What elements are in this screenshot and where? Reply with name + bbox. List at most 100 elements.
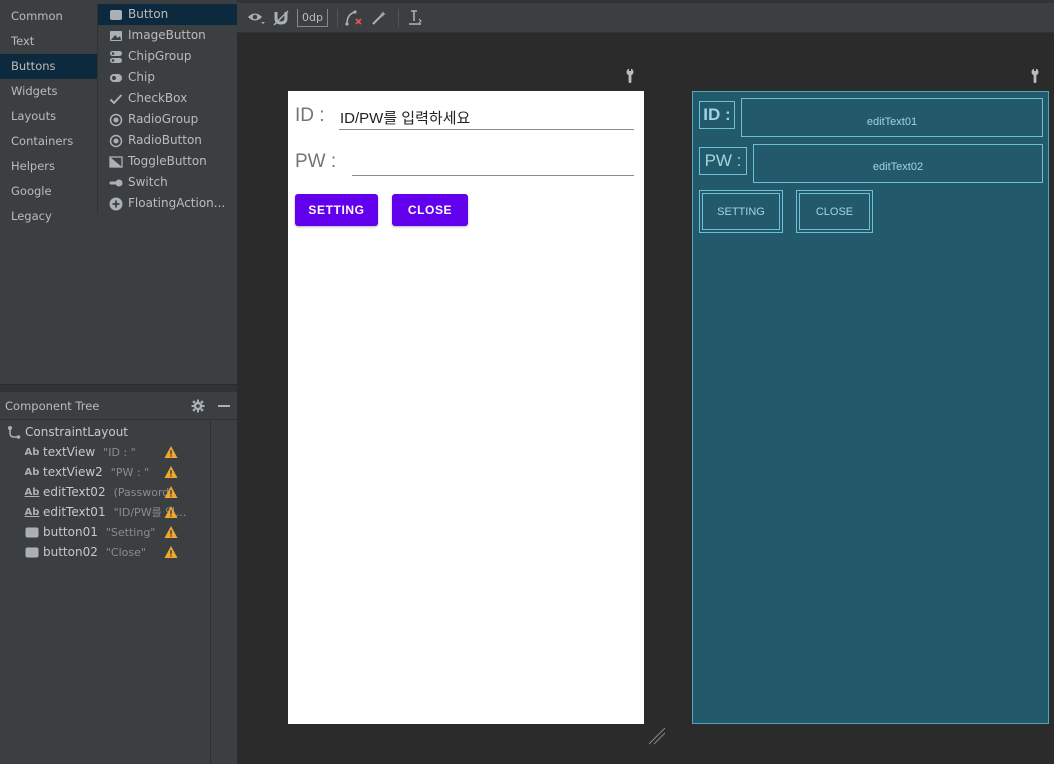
blueprint-edittext01[interactable]: editText01 <box>741 98 1043 137</box>
palette-item-label: CheckBox <box>128 91 188 105</box>
tree-item-desc: "ID/PW를 입력... <box>113 506 196 519</box>
warning-icon[interactable] <box>164 505 178 519</box>
tree-item-name: editText02 <box>43 485 106 499</box>
radio-button-icon <box>109 134 123 148</box>
text-view-icon: Ab <box>24 466 40 478</box>
palette-item-chipgroup[interactable]: ChipGroup <box>98 46 237 67</box>
design-surface[interactable]: ID : ID/PW를 입력하세요 PW : SETTING CLOSE <box>288 91 644 724</box>
palette-item-button[interactable]: Button <box>98 4 237 25</box>
resize-handle-icon[interactable] <box>647 726 667 746</box>
component-tree-title: Component Tree <box>5 398 100 413</box>
palette-item-label: ImageButton <box>128 28 206 42</box>
button-icon <box>24 545 40 559</box>
button-icon <box>24 525 40 539</box>
tree-item-name: ConstraintLayout <box>25 425 129 439</box>
magnet-icon[interactable] <box>270 7 292 29</box>
gear-icon[interactable] <box>185 396 211 416</box>
design-canvas: ID : ID/PW를 입력하세요 PW : SETTING CLOSE ID … <box>237 33 1054 764</box>
component-tree-header: Component Tree <box>0 392 237 420</box>
component-tree-panel: Component Tree ConstraintLayout Ab textV… <box>0 392 237 764</box>
tree-item-textview[interactable]: Ab textView "ID : " <box>0 442 210 462</box>
palette-item-radiobutton[interactable]: RadioButton <box>98 130 237 151</box>
palette-items: Button ImageButton ChipGroup Chip CheckB… <box>97 4 237 214</box>
tree-item-desc: "ID : " <box>103 445 136 459</box>
warning-icon[interactable] <box>164 465 178 479</box>
palette-category-containers[interactable]: Containers <box>0 129 97 154</box>
blueprint-id-label[interactable]: ID : <box>699 101 735 129</box>
blueprint-edittext02[interactable]: editText02 <box>753 144 1043 183</box>
palette-item-switch[interactable]: Switch <box>98 172 237 193</box>
tree-item-name: textView2 <box>43 465 103 479</box>
component-tree-body: ConstraintLayout Ab textView "ID : " Ab … <box>0 421 211 764</box>
baseline-icon[interactable] <box>404 7 426 29</box>
tree-item-constraintlayout[interactable]: ConstraintLayout <box>0 422 210 442</box>
palette-category-widgets[interactable]: Widgets <box>0 79 97 104</box>
edit-text-icon: Ab <box>24 486 40 498</box>
palette-panel: Common Text Buttons Widgets Layouts Cont… <box>0 0 237 384</box>
default-margin-field[interactable]: 0dp <box>297 8 328 27</box>
palette-category-common[interactable]: Common <box>0 4 97 29</box>
toggle-button-icon <box>109 155 123 169</box>
close-button[interactable]: CLOSE <box>392 194 468 226</box>
palette-item-label: ToggleButton <box>128 154 207 168</box>
tree-item-edittext02[interactable]: Ab editText02 (Password) <box>0 482 210 502</box>
palette-item-imagebutton[interactable]: ImageButton <box>98 25 237 46</box>
palette-item-radiogroup[interactable]: RadioGroup <box>98 109 237 130</box>
palette-category-text[interactable]: Text <box>0 29 97 54</box>
tree-item-button02[interactable]: button02 "Close" <box>0 542 210 562</box>
palette-item-label: Switch <box>128 175 168 189</box>
id-edit-text[interactable]: ID/PW를 입력하세요 <box>339 107 634 130</box>
eye-icon[interactable] <box>245 7 267 29</box>
palette-category-helpers[interactable]: Helpers <box>0 154 97 179</box>
constraint-layout-icon <box>6 425 22 439</box>
tree-item-textview2[interactable]: Ab textView2 "PW : " <box>0 462 210 482</box>
warning-icon[interactable] <box>164 545 178 559</box>
panel-splitter[interactable] <box>0 384 237 392</box>
chip-icon <box>109 71 123 85</box>
tree-item-name: button02 <box>43 545 98 559</box>
pw-label: PW : <box>295 151 337 172</box>
radio-group-icon <box>109 113 123 127</box>
palette-item-label: RadioButton <box>128 133 202 147</box>
id-label: ID : <box>295 105 325 126</box>
minimize-icon[interactable] <box>211 396 237 416</box>
chip-group-icon <box>109 50 123 64</box>
tree-item-edittext01[interactable]: Ab editText01 "ID/PW를 입력... <box>0 502 210 522</box>
button-icon <box>109 8 123 22</box>
blueprint-pw-label[interactable]: PW : <box>699 147 747 175</box>
blueprint-setting-button[interactable]: SETTING <box>699 190 783 233</box>
clear-constraints-icon[interactable] <box>343 7 365 29</box>
warning-icon[interactable] <box>164 445 178 459</box>
tree-item-name: textView <box>43 445 96 459</box>
tree-item-desc: "PW : " <box>110 465 150 479</box>
wrench-icon[interactable] <box>1029 68 1041 84</box>
palette-category-legacy[interactable]: Legacy <box>0 204 97 229</box>
palette-category-google[interactable]: Google <box>0 179 97 204</box>
layout-toolbar: 0dp <box>237 0 1054 33</box>
palette-item-togglebutton[interactable]: ToggleButton <box>98 151 237 172</box>
fab-icon <box>109 197 123 211</box>
tree-item-desc: "Close" <box>105 545 146 559</box>
setting-button[interactable]: SETTING <box>295 194 378 226</box>
palette-item-chip[interactable]: Chip <box>98 67 237 88</box>
pw-edit-text[interactable] <box>352 153 634 176</box>
palette-item-checkbox[interactable]: CheckBox <box>98 88 237 109</box>
warning-icon[interactable] <box>164 525 178 539</box>
tree-gutter <box>211 421 237 764</box>
switch-icon <box>109 176 123 190</box>
toolbar-separator <box>336 8 338 27</box>
palette-item-label: ChipGroup <box>128 49 192 63</box>
palette-item-floatingactionbutton[interactable]: FloatingAction... <box>98 193 237 214</box>
palette-category-layouts[interactable]: Layouts <box>0 104 97 129</box>
edit-text-icon: Ab <box>24 506 40 518</box>
warning-icon[interactable] <box>164 485 178 499</box>
checkbox-icon <box>109 92 123 106</box>
palette-item-label: Chip <box>128 70 155 84</box>
magic-wand-icon[interactable] <box>368 7 390 29</box>
tree-item-button01[interactable]: button01 "Setting" <box>0 522 210 542</box>
blueprint-surface[interactable]: ID : editText01 PW : editText02 SETTING … <box>692 91 1049 724</box>
palette-categories: Common Text Buttons Widgets Layouts Cont… <box>0 4 97 229</box>
wrench-icon[interactable] <box>624 68 636 84</box>
palette-category-buttons[interactable]: Buttons <box>0 54 97 79</box>
blueprint-close-button[interactable]: CLOSE <box>796 190 873 233</box>
